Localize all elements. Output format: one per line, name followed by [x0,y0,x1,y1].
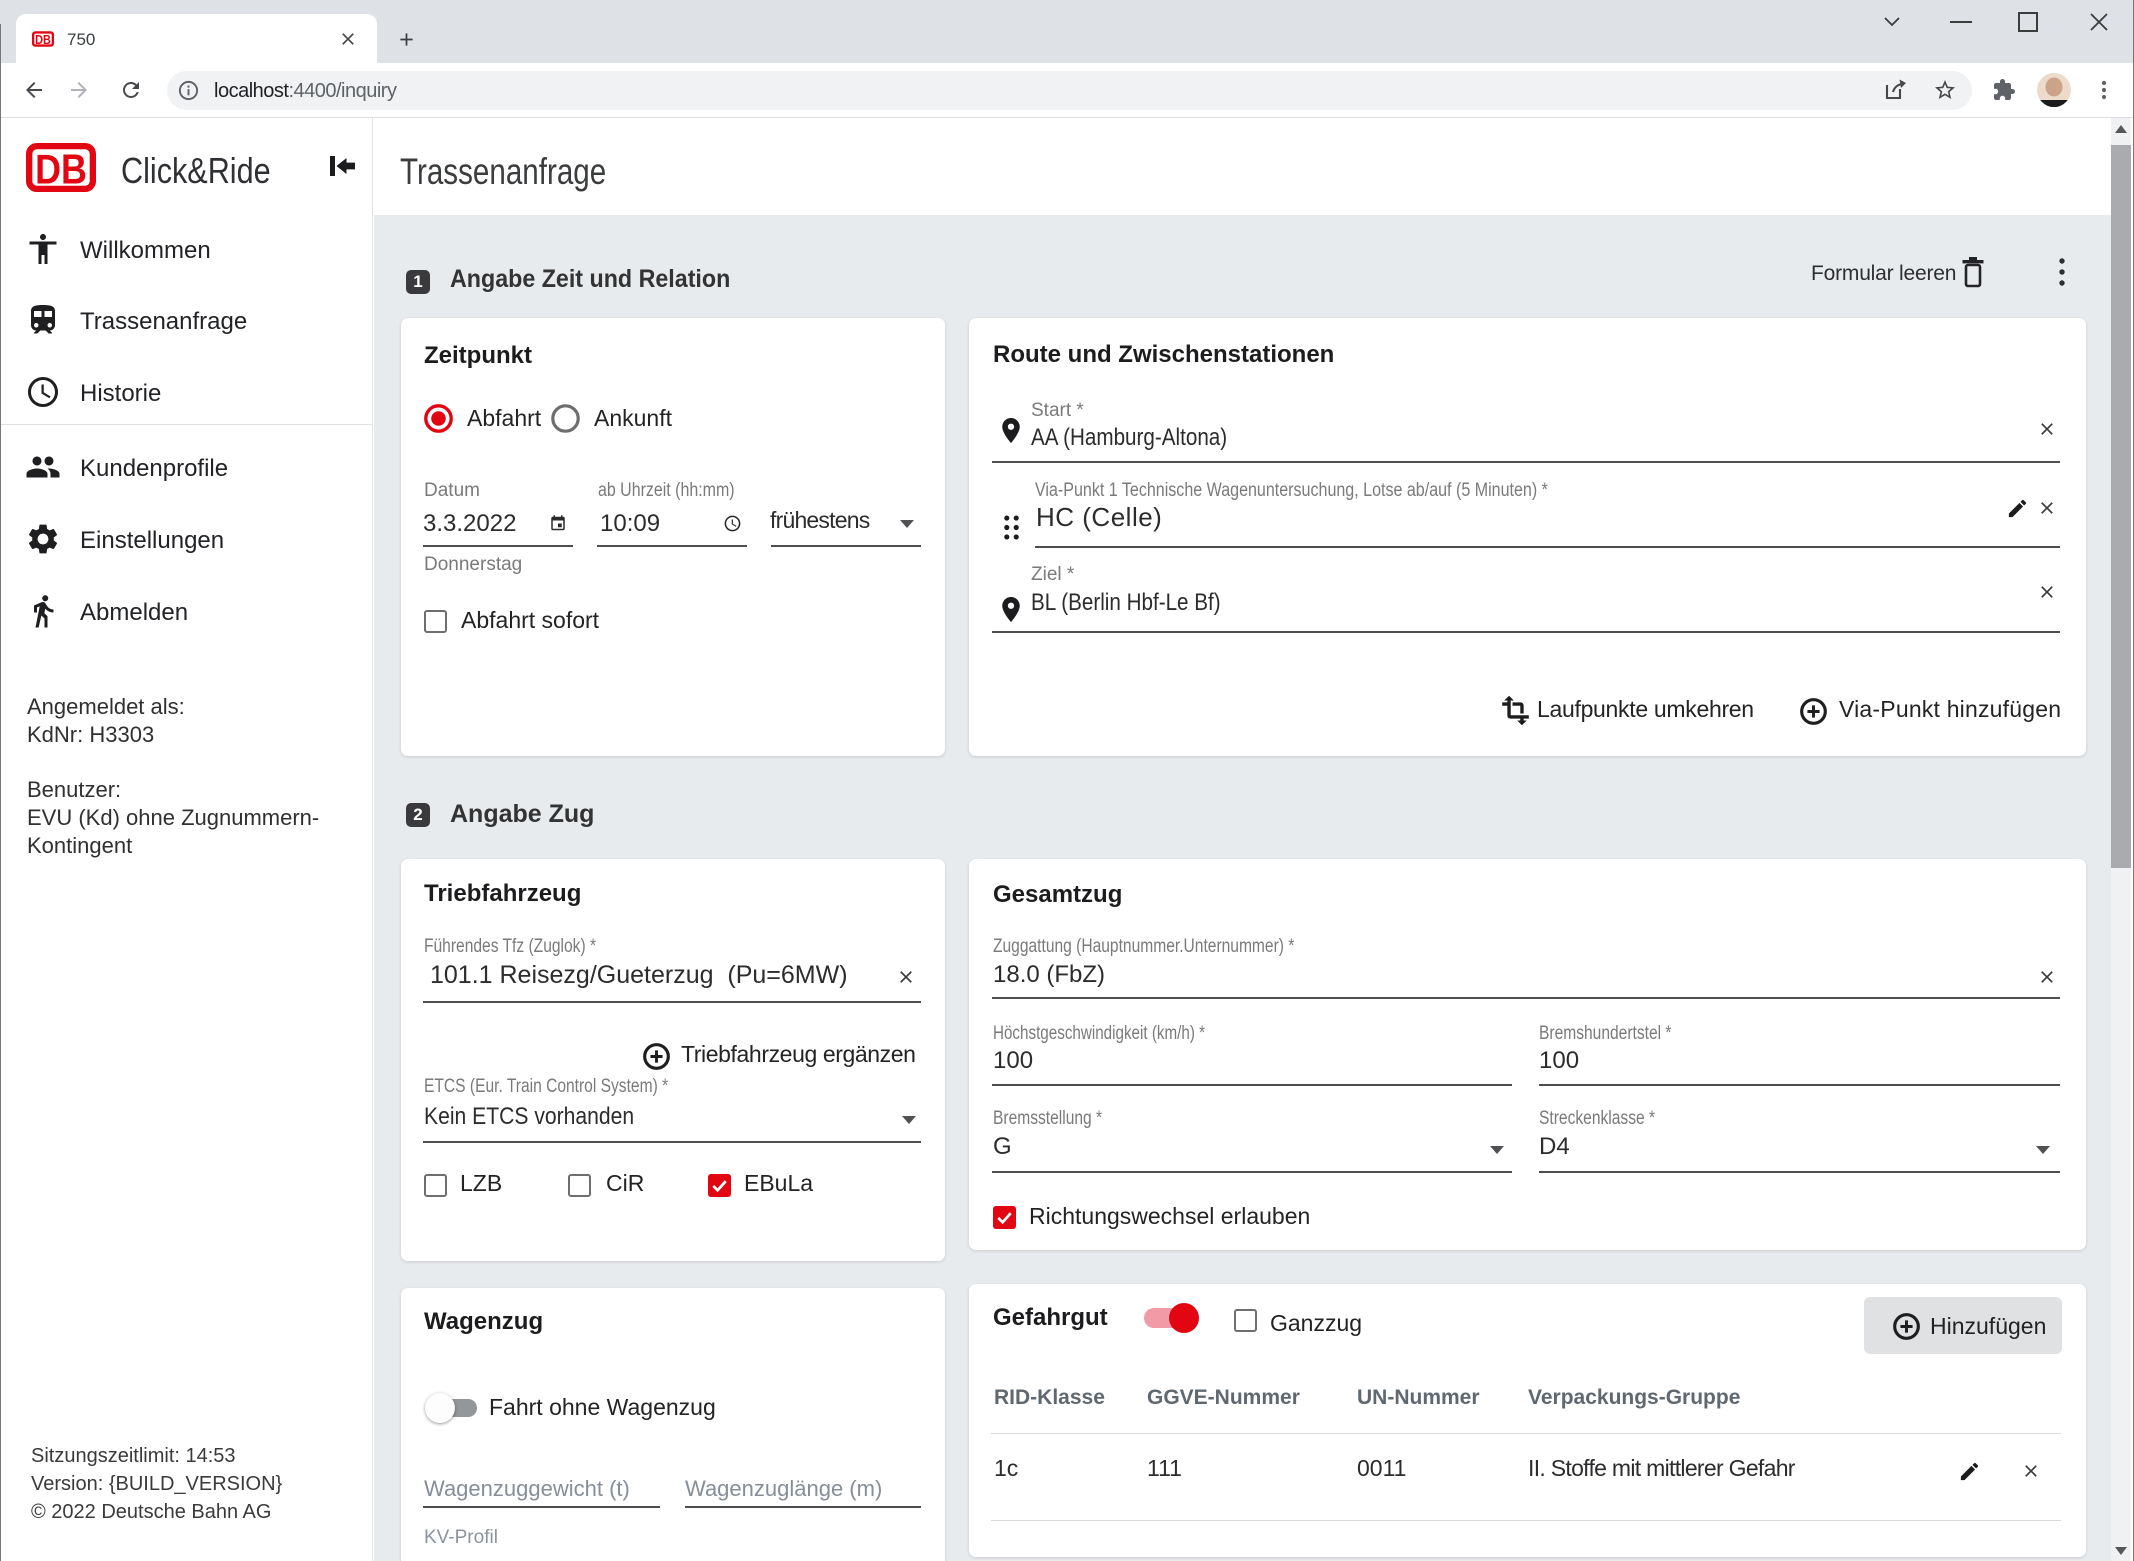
svg-text:DB: DB [35,145,87,192]
svg-text:DB: DB [35,32,51,47]
